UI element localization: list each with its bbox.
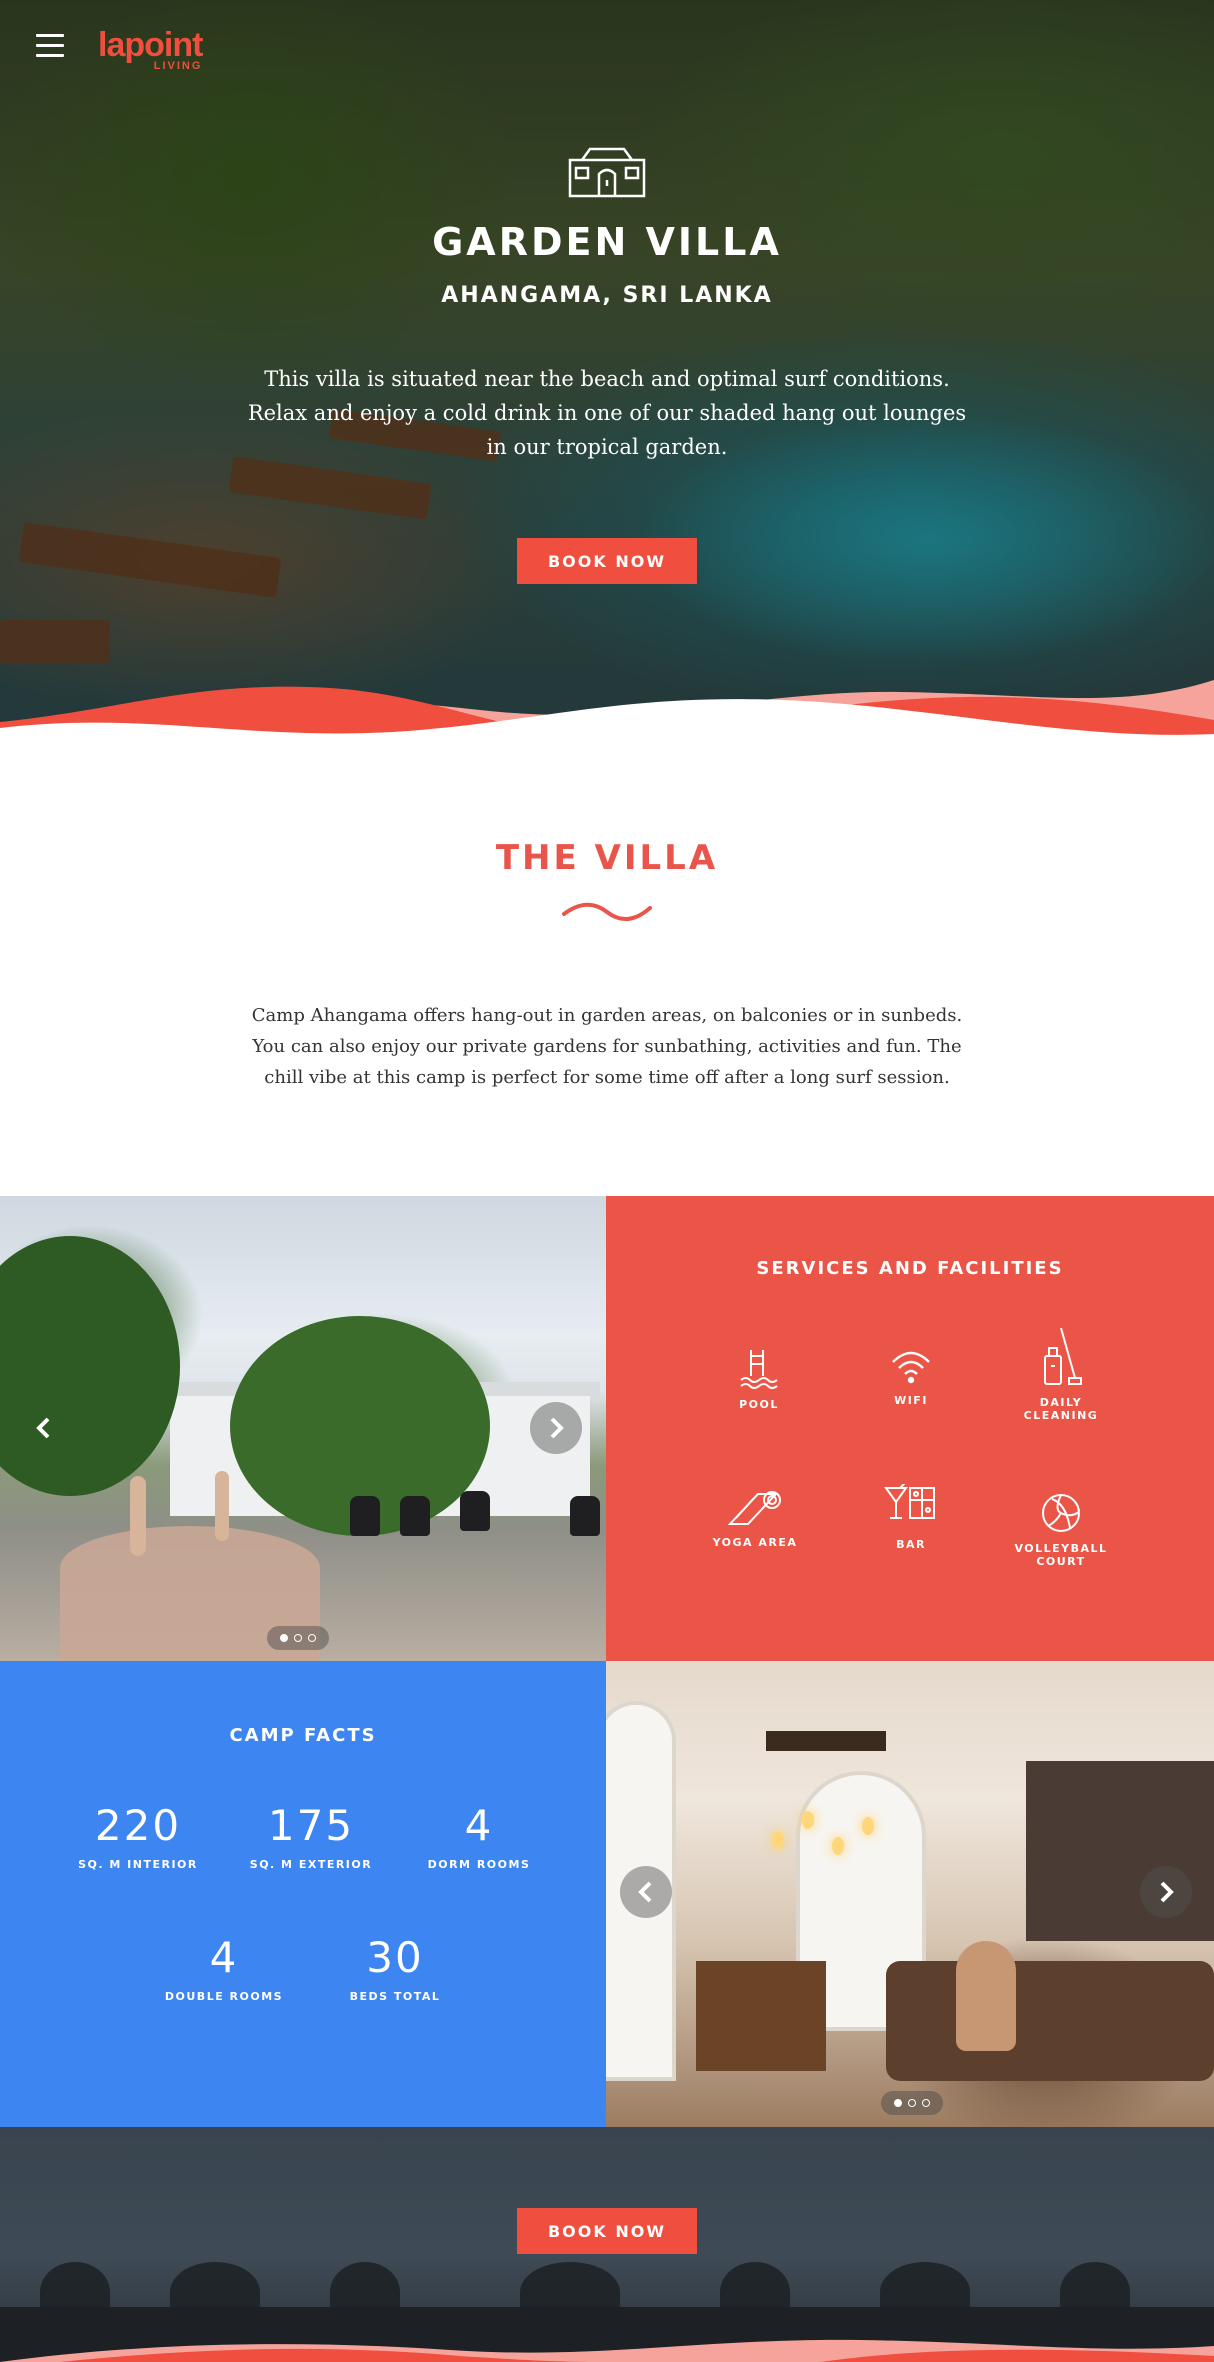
service-pool: POOL [694, 1346, 824, 1411]
scooter [570, 1496, 600, 1536]
villa-description: Camp Ahangama offers hang-out in garden … [251, 1005, 963, 1088]
hero-wave [0, 680, 1214, 750]
carousel-next-button[interactable] [1140, 1866, 1192, 1918]
villa-icon [568, 147, 646, 198]
person [215, 1471, 229, 1541]
carousel-dot[interactable] [294, 1634, 302, 1642]
logo[interactable]: lapoint LIVING [98, 26, 203, 72]
fact-value: 175 [267, 1801, 355, 1850]
camp-facts-panel: CAMP FACTS 220 SQ. M INTERIOR 175 SQ. M … [0, 1661, 606, 2127]
hero-subtitle: AHANGAMA, SRI LANKA [441, 283, 773, 308]
carousel-next-button[interactable] [530, 1402, 582, 1454]
sofa [886, 1961, 1214, 2081]
service-label: POOL [739, 1398, 779, 1411]
hero-section: lapoint LIVING GARDEN VILLA AHANGAMA, SR… [0, 0, 1214, 750]
fact-exterior: 175 SQ. M EXTERIOR [226, 1801, 396, 1871]
service-cleaning: DAILY CLEANING [996, 1326, 1126, 1422]
carousel-dot[interactable] [280, 1634, 288, 1642]
palm-tree [0, 1236, 180, 1496]
scooter [460, 1491, 490, 1531]
service-wifi: WIFI [846, 1346, 976, 1407]
light-bulb [862, 1817, 874, 1835]
services-title: SERVICES AND FACILITIES [756, 1258, 1064, 1279]
fact-dorm-rooms: 4 DORM ROOMS [394, 1801, 564, 1871]
carousel-dots [267, 1626, 329, 1650]
facts-title: CAMP FACTS [229, 1725, 377, 1746]
yoga-mat-icon [728, 1491, 781, 1525]
guitar-player [956, 1941, 1016, 2051]
wooden-cabinet [696, 1961, 826, 2071]
fact-value: 4 [464, 1801, 494, 1850]
chevron-right-icon [1160, 1881, 1174, 1903]
carousel-dot[interactable] [308, 1634, 316, 1642]
volleyball-icon [1042, 1494, 1080, 1532]
person [130, 1476, 146, 1556]
fact-label: DORM ROOMS [427, 1858, 531, 1871]
pool-icon [740, 1350, 778, 1389]
interior-photo-carousel[interactable] [606, 1661, 1214, 2127]
fact-label: BEDS TOTAL [349, 1990, 441, 2003]
wave-divider-icon [562, 902, 652, 921]
exterior-photo-carousel[interactable] [0, 1196, 606, 1661]
service-label: DAILY CLEANING [1023, 1396, 1099, 1422]
fact-label: SQ. M EXTERIOR [249, 1858, 373, 1871]
fact-value: 4 [209, 1933, 239, 1982]
villa-heading: THE VILLA [495, 838, 719, 878]
kitchen-wall [1026, 1761, 1214, 1941]
book-now-button[interactable]: BOOK NOW [517, 538, 697, 584]
service-label: VOLLEYBALL COURT [1014, 1542, 1108, 1568]
service-yoga: YOGA AREA [690, 1488, 820, 1549]
menu-button[interactable] [36, 34, 64, 58]
carousel-dot[interactable] [922, 2099, 930, 2107]
light-bulb [832, 1837, 844, 1855]
service-label: WIFI [894, 1394, 928, 1407]
fact-interior: 220 SQ. M INTERIOR [53, 1801, 223, 1871]
cocktail-icon [884, 1484, 935, 1519]
footer-wave [0, 2339, 1214, 2362]
fact-value: 220 [94, 1801, 182, 1850]
scooter [350, 1496, 380, 1536]
chevron-left-icon [638, 1881, 652, 1903]
service-label: YOGA AREA [712, 1536, 798, 1549]
footer-book-now-button[interactable]: BOOK NOW [517, 2208, 697, 2254]
carousel-dot[interactable] [908, 2099, 916, 2107]
cleaning-icon [1044, 1327, 1082, 1385]
fact-label: SQ. M INTERIOR [78, 1858, 198, 1871]
carousel-dots [881, 2091, 943, 2115]
chandelier [766, 1731, 886, 1751]
wifi-icon [892, 1351, 930, 1384]
hero-description: This villa is situated near the beach an… [247, 367, 967, 459]
service-bar: BAR [846, 1484, 976, 1551]
scooter [400, 1496, 430, 1536]
hero-title: GARDEN VILLA [432, 220, 782, 264]
chevron-left-icon [36, 1417, 50, 1439]
service-volleyball: VOLLEYBALL COURT [996, 1492, 1126, 1568]
carousel-prev-button[interactable] [18, 1402, 70, 1454]
chevron-right-icon [550, 1417, 564, 1439]
hamburger-icon [36, 34, 64, 37]
carousel-prev-button[interactable] [620, 1866, 672, 1918]
carousel-dot[interactable] [894, 2099, 902, 2107]
fact-value: 30 [366, 1933, 424, 1982]
light-bulb [802, 1811, 814, 1829]
fact-beds-total: 30 BEDS TOTAL [310, 1933, 480, 2003]
footer-cta-band: BOOK NOW [0, 2127, 1214, 2362]
fact-double-rooms: 4 DOUBLE ROOMS [139, 1933, 309, 2003]
services-panel: SERVICES AND FACILITIES POOL WIFI DAILY … [606, 1196, 1214, 1661]
fact-label: DOUBLE ROOMS [164, 1990, 284, 2003]
light-bulb [772, 1831, 784, 1849]
service-label: BAR [896, 1538, 926, 1551]
logo-main: lapoint [98, 26, 203, 64]
